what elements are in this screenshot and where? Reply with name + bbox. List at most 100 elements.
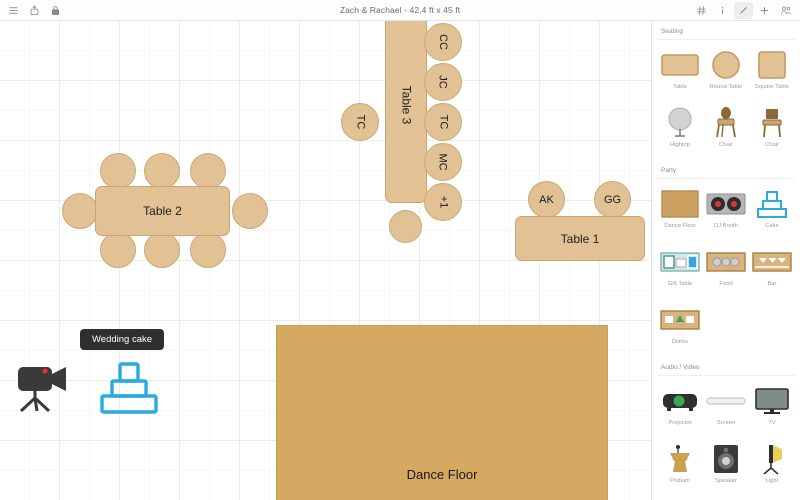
- chair-t2-top-3[interactable]: [190, 153, 226, 189]
- page-title: Zach & Rachael - 42.4 ft x 45 ft: [339, 5, 461, 15]
- screen-icon: [704, 384, 748, 418]
- library-item-gift-table[interactable]: Gift Table: [657, 241, 703, 299]
- toolbar-left-group: [0, 2, 65, 19]
- library-item-label: Cake: [765, 223, 779, 229]
- library-item-label: Square Table: [754, 84, 789, 90]
- top-toolbar: Zach & Rachael - 42.4 ft x 45 ft: [0, 0, 800, 21]
- gift-table-icon: [658, 245, 702, 279]
- chair-t3-bottom[interactable]: [389, 210, 422, 243]
- chair-t2-bottom-1[interactable]: [100, 232, 136, 268]
- speaker-icon: [704, 442, 748, 476]
- tv-icon: [750, 384, 794, 418]
- dj-booth-icon: [704, 187, 748, 221]
- library-item-screen[interactable]: Screen: [703, 380, 749, 438]
- light-icon: [750, 442, 794, 476]
- drinks-icon: [658, 303, 702, 337]
- pencil-icon[interactable]: [734, 2, 753, 19]
- table-3-label: Table 3: [398, 85, 413, 125]
- chair-t2-top-1[interactable]: [100, 153, 136, 189]
- library-item-speaker[interactable]: Speaker: [703, 438, 749, 496]
- library-item-dance-floor[interactable]: Dance Floor: [657, 183, 703, 241]
- library-item-dj-booth[interactable]: DJ Booth: [703, 183, 749, 241]
- info-icon[interactable]: [713, 2, 732, 19]
- library-item-cake[interactable]: Cake: [749, 183, 795, 241]
- library-item-bar[interactable]: Bar: [749, 241, 795, 299]
- chair-icon: [704, 106, 748, 140]
- library-item-label: Drinks: [671, 339, 689, 345]
- library-item-podium[interactable]: Podium: [657, 438, 703, 496]
- chair-t3-mc[interactable]: MC: [424, 143, 462, 181]
- tooltip-label: Wedding cake: [92, 334, 153, 345]
- dance-floor-label: Dance Floor: [406, 467, 478, 482]
- food-icon: [704, 245, 748, 279]
- library-item-square-table[interactable]: Square Table: [749, 44, 795, 102]
- library-item-label: Food: [719, 281, 733, 287]
- cake-icon: [750, 187, 794, 221]
- grid-icon[interactable]: [692, 2, 711, 19]
- library-item-chair-alt[interactable]: Chair: [749, 102, 795, 160]
- library-item-hightop[interactable]: Hightop: [657, 102, 703, 160]
- library-item-label: Screen: [716, 420, 736, 426]
- bar-icon: [750, 245, 794, 279]
- section-items-seating: Table Round Table Square Table Hightop C…: [657, 44, 795, 160]
- library-item-label: Podium: [670, 478, 690, 484]
- library-item-tv[interactable]: TV: [749, 380, 795, 438]
- chair-t2-bottom-2[interactable]: [144, 232, 180, 268]
- plus-icon[interactable]: [755, 2, 774, 19]
- library-item-food[interactable]: Food: [703, 241, 749, 299]
- floor-plan-canvas[interactable]: Dance Floor Table 2 Table 3 CC JC TC MC: [0, 21, 651, 500]
- section-items-audio-video: Projector Screen TV Podium Speaker Light: [657, 380, 795, 500]
- chair-label: TC: [353, 114, 366, 130]
- table-2-object[interactable]: Table 2: [95, 186, 230, 236]
- guests-icon[interactable]: [776, 2, 795, 19]
- library-item-light[interactable]: Light: [749, 438, 795, 496]
- cake-object[interactable]: [96, 359, 162, 415]
- library-item-projector[interactable]: Projector: [657, 380, 703, 438]
- chair-t2-left[interactable]: [62, 193, 98, 229]
- library-item-label: Hightop: [670, 142, 690, 148]
- chair-t1-gg[interactable]: GG: [594, 181, 631, 218]
- library-item-chair[interactable]: Chair: [703, 102, 749, 160]
- chair-t1-ak[interactable]: AK: [528, 181, 565, 218]
- projector-icon: [658, 384, 702, 418]
- chair-t2-bottom-3[interactable]: [190, 232, 226, 268]
- library-item-label: Chair: [719, 142, 733, 148]
- object-library-sidebar[interactable]: Seating Table Round Table Square Table H…: [651, 21, 800, 500]
- chair-label: +1: [436, 195, 449, 209]
- section-title-seating: Seating: [657, 21, 795, 40]
- library-item-label: Table: [673, 84, 687, 90]
- dance-floor-object[interactable]: Dance Floor: [276, 325, 608, 500]
- library-item-label: Projector: [668, 420, 692, 426]
- chair-label: AK: [539, 193, 554, 206]
- chair-t3-jc[interactable]: JC: [424, 63, 462, 101]
- library-item-label: DJ Booth: [714, 223, 738, 229]
- table-1-object[interactable]: Table 1: [515, 216, 645, 261]
- lock-icon[interactable]: [46, 2, 65, 19]
- library-item-table[interactable]: Table: [657, 44, 703, 102]
- chair-t2-right[interactable]: [232, 193, 268, 229]
- menu-icon[interactable]: [4, 2, 23, 19]
- library-item-label: Speaker: [715, 478, 737, 484]
- library-item-round-table[interactable]: Round Table: [703, 44, 749, 102]
- chair-label: TC: [436, 114, 449, 130]
- chair-t3-cc[interactable]: CC: [424, 23, 462, 61]
- hightop-icon: [658, 106, 702, 140]
- table-3-object[interactable]: Table 3: [385, 21, 427, 203]
- library-item-camera[interactable]: Camera: [657, 496, 703, 500]
- podium-icon: [658, 442, 702, 476]
- rect-table-icon: [658, 48, 702, 82]
- chair-t3-tc-left[interactable]: TC: [341, 103, 379, 141]
- library-item-label: TV: [768, 420, 776, 426]
- chair-label: CC: [436, 34, 449, 50]
- square-table-icon: [750, 48, 794, 82]
- chair-t3-tc-right[interactable]: TC: [424, 103, 462, 141]
- camera-object[interactable]: [14, 361, 74, 413]
- chair-t3-plus1[interactable]: +1: [424, 183, 462, 221]
- upload-icon[interactable]: [25, 2, 44, 19]
- chair-alt-icon: [750, 106, 794, 140]
- floor-plan-app: Zach & Rachael - 42.4 ft x 45 ft Dance F…: [0, 0, 800, 500]
- chair-t2-top-2[interactable]: [144, 153, 180, 189]
- chair-label: JC: [436, 75, 449, 89]
- library-item-drinks[interactable]: Drinks: [657, 299, 703, 357]
- chair-label: MC: [436, 153, 449, 171]
